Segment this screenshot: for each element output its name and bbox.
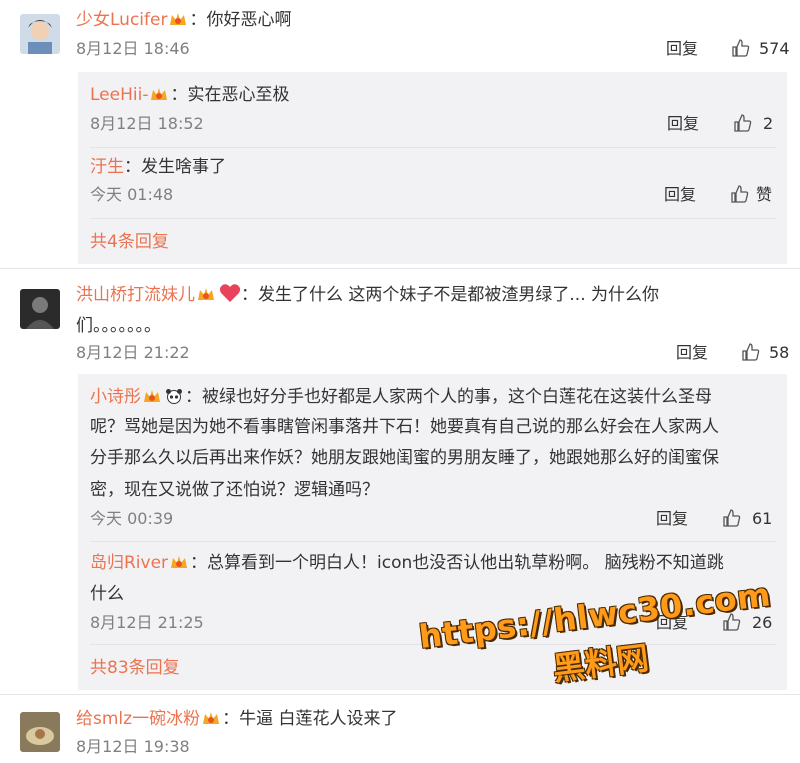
- thumbs-up-icon: [734, 114, 752, 132]
- vip-badge-icon: [171, 556, 188, 568]
- username-link[interactable]: LeeHii-: [90, 85, 148, 105]
- reply-text: 小诗彤 ：被绿也好分手也好都是人家两个人的事，这个白莲花在这装什么圣母: [90, 384, 712, 410]
- timestamp: 8月12日 18:46: [76, 39, 190, 58]
- vip-badge-icon: [170, 13, 187, 25]
- comment-body: ：你好恶心啊: [189, 10, 292, 30]
- timestamp: 今天 01:48: [90, 185, 174, 204]
- reply-text: 汙生：发生啥事了: [90, 154, 226, 180]
- timestamp: 8月12日 21:22: [76, 343, 190, 362]
- panda-icon: [166, 389, 182, 404]
- reply-text: 岛归River ：总算看到一个明白人！icon也没否认他出轨草粉啊。 脑残粉不知道…: [90, 550, 724, 576]
- timestamp: 8月12日 18:52: [90, 114, 204, 133]
- comment-separator: [0, 268, 800, 269]
- reply-button[interactable]: 回复: [676, 342, 708, 364]
- vip-badge-icon: [198, 288, 214, 300]
- reply-body: ：总算看到一个明白人！icon也没否认他出轨草粉啊。 脑残粉不知道跳: [190, 553, 724, 573]
- username-link[interactable]: 汙生: [90, 157, 124, 177]
- like-button[interactable]: 61: [722, 508, 778, 530]
- reply-body: ：被绿也好分手也好都是人家两个人的事，这个白莲花在这装什么圣母: [185, 387, 712, 407]
- comment-body: ：牛逼 白莲花人设来了: [222, 709, 398, 729]
- reply-button[interactable]: 回复: [656, 508, 688, 530]
- comment-body: ：发生了什么 这两个妹子不是都被渣男绿了... 为什么你: [241, 285, 660, 305]
- reply-text-cont: 呢？骂她是因为她不看事瞎管闲事落井下石！她要真有自己说的那么好会在人家两人: [90, 417, 719, 437]
- like-count: 赞: [756, 185, 773, 204]
- divider: [90, 541, 776, 542]
- vip-badge-icon: [203, 712, 220, 724]
- username-link[interactable]: 洪山桥打流妹儿: [76, 285, 195, 305]
- avatar[interactable]: [20, 14, 60, 54]
- more-replies-link[interactable]: 共83条回复: [90, 656, 180, 680]
- thumbs-up-icon: [732, 39, 750, 57]
- divider: [90, 218, 776, 219]
- username-link[interactable]: 少女Lucifer: [76, 10, 167, 30]
- like-button[interactable]: 赞: [730, 184, 780, 206]
- divider: [90, 147, 776, 148]
- username-link[interactable]: 小诗彤: [90, 387, 141, 407]
- heart-icon: [219, 284, 241, 302]
- reply-text-cont: 密，现在又说做了还怕说？逻辑通吗？: [90, 480, 379, 500]
- reply-text-cont: 分手那么久以后再出来作妖？她朋友跟她闺蜜的男朋友睡了，她跟她那么好的闺蜜保: [90, 448, 719, 468]
- comment-text: 洪山桥打流妹儿 ：发生了什么 这两个妹子不是都被渣男绿了... 为什么你: [76, 282, 659, 308]
- comment-text-cont: 们。。。。。。。: [76, 316, 161, 336]
- reply-text: LeeHii- ：实在恶心至极: [90, 82, 289, 108]
- like-count: 61: [752, 509, 773, 528]
- comment-text: 给smlz一碗冰粉 ：牛逼 白莲花人设来了: [76, 706, 397, 732]
- like-button[interactable]: 58: [741, 342, 791, 364]
- thumbs-up-icon: [723, 509, 741, 527]
- username-link[interactable]: 给smlz一碗冰粉: [76, 709, 200, 729]
- username-link[interactable]: 岛归River: [90, 553, 168, 573]
- timestamp: 今天 00:39: [90, 509, 174, 528]
- timestamp: 8月12日 21:25: [90, 613, 204, 632]
- avatar[interactable]: [20, 289, 60, 329]
- avatar[interactable]: [20, 712, 60, 752]
- reply-body: ：发生啥事了: [124, 157, 226, 177]
- like-count: 2: [763, 114, 774, 133]
- comment-text: 少女Lucifer ：你好恶心啊: [76, 7, 291, 33]
- timestamp: 8月12日 19:38: [76, 737, 190, 756]
- comment-separator: [0, 694, 800, 695]
- thumbs-up-icon: [731, 185, 749, 203]
- like-count: 58: [769, 343, 790, 362]
- like-count: 574: [759, 39, 790, 58]
- thumbs-up-icon: [742, 343, 760, 361]
- like-button[interactable]: 2: [733, 113, 778, 135]
- reply-text-cont: 什么: [90, 584, 124, 604]
- reply-button[interactable]: 回复: [666, 38, 698, 60]
- vip-badge-icon: [144, 390, 160, 402]
- more-replies-link[interactable]: 共4条回复: [90, 230, 169, 254]
- reply-body: ：实在恶心至极: [170, 85, 290, 105]
- reply-button[interactable]: 回复: [664, 184, 696, 206]
- like-button[interactable]: 574: [731, 38, 791, 60]
- reply-button[interactable]: 回复: [667, 113, 699, 135]
- vip-badge-icon: [151, 88, 168, 100]
